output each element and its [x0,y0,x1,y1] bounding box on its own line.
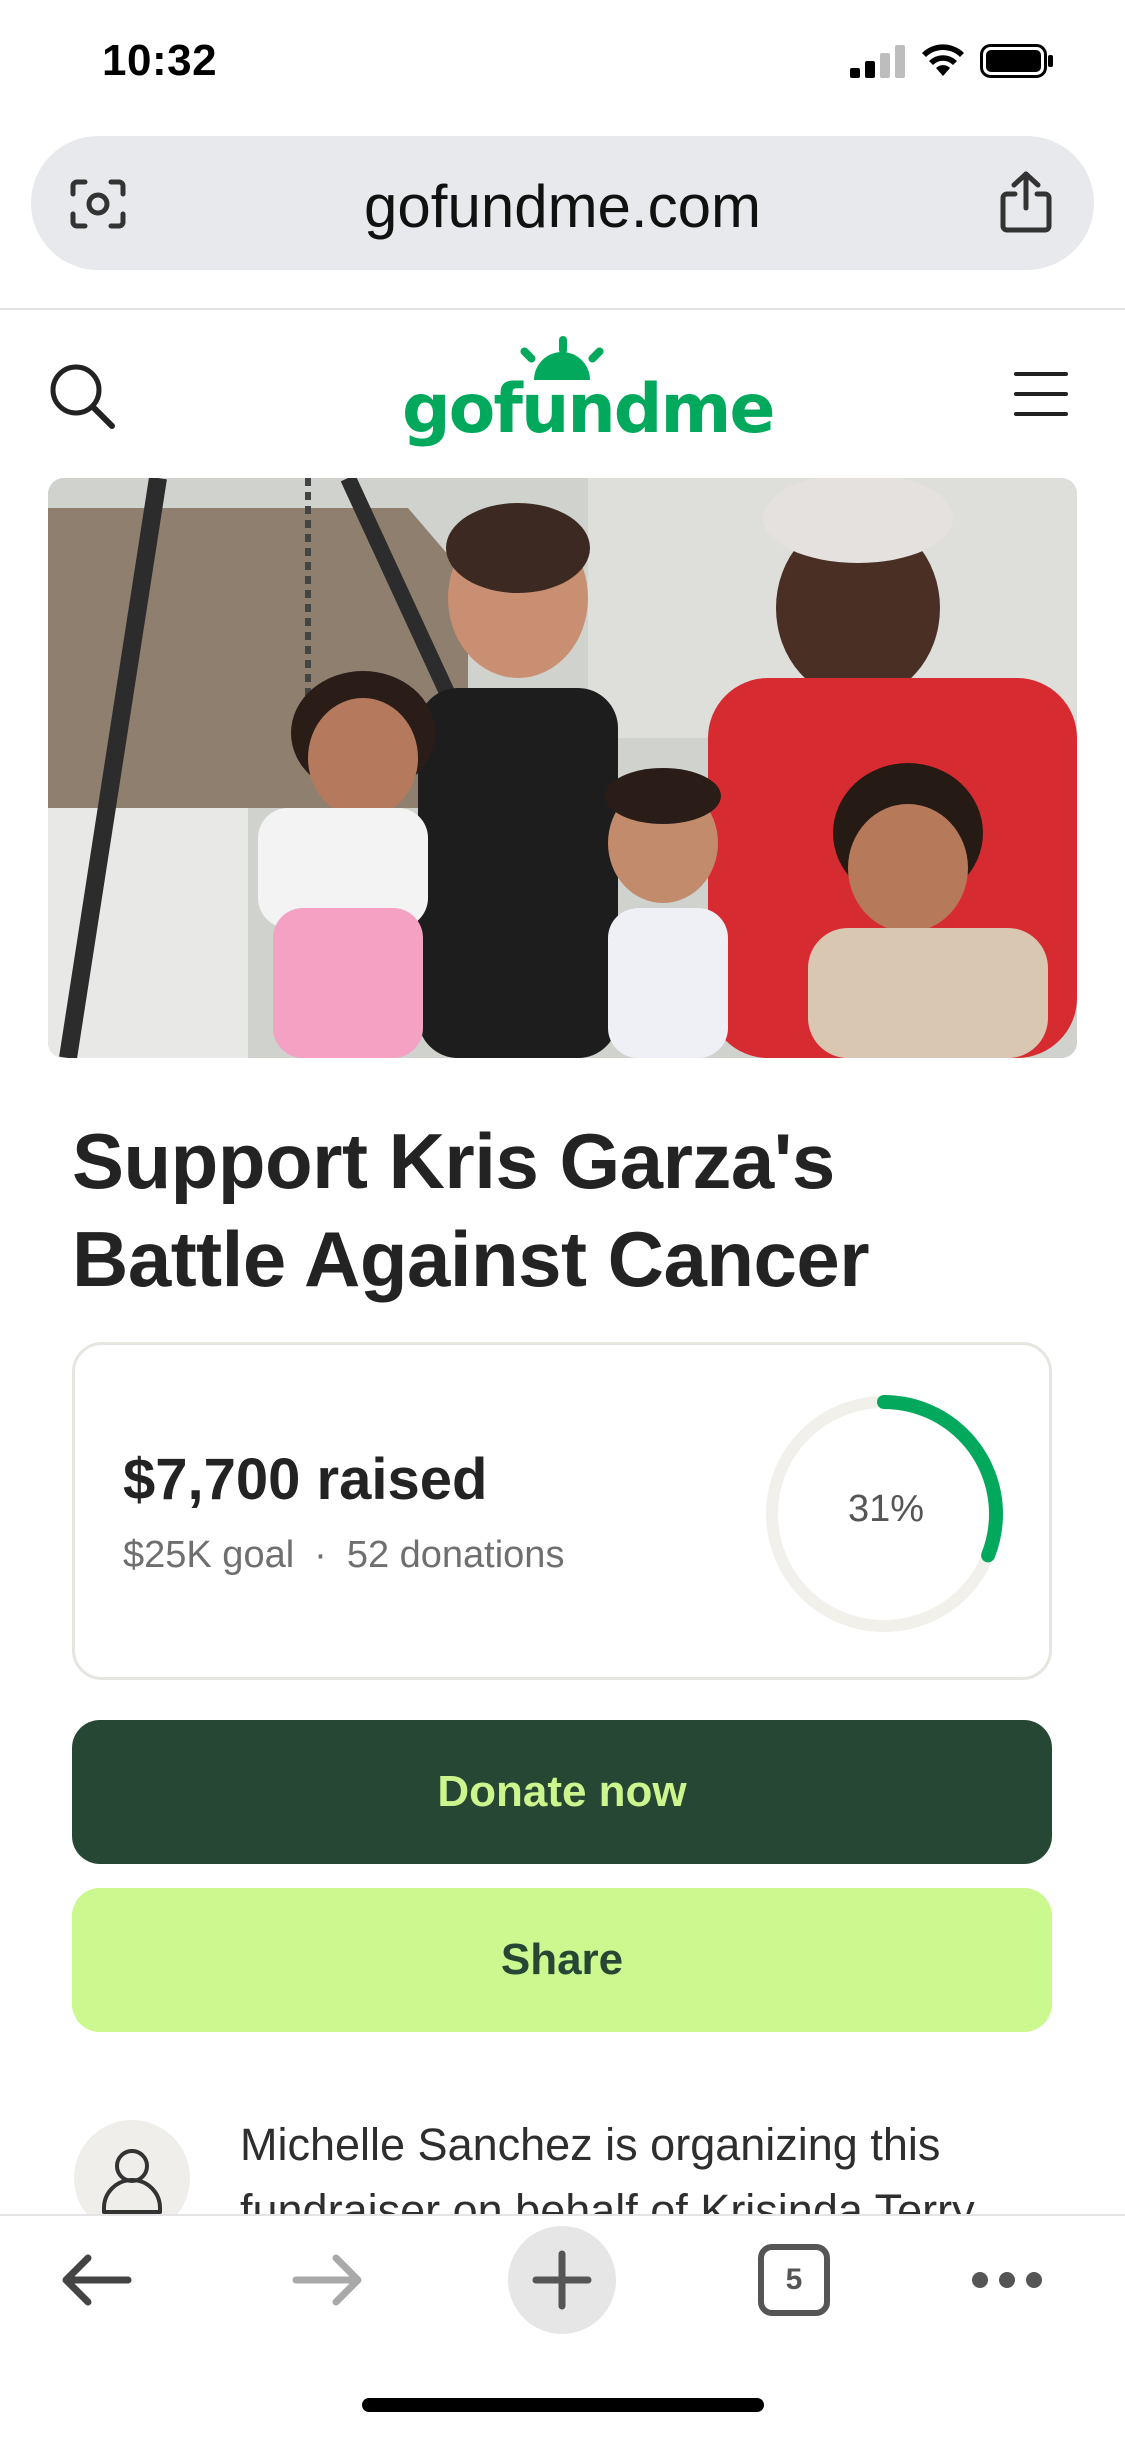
share-icon[interactable] [997,170,1055,234]
campaign-title-line: Support Kris Garza's [72,1117,835,1205]
address-bar[interactable]: gofundme.com [31,136,1094,270]
tabs-icon[interactable]: 5 [758,2244,830,2316]
battery-icon [980,44,1053,78]
forward-arrow-icon[interactable] [290,2250,366,2310]
gofundme-logo[interactable]: gofundme [402,370,775,449]
separator-dot: · [314,1534,327,1576]
amount-raised: $7,700 raised [123,1447,488,1512]
goal-amount: $25K goal [123,1534,295,1576]
donation-count: 52 donations [346,1534,565,1576]
cellular-signal-icon [850,45,905,78]
search-icon[interactable] [46,360,118,432]
new-tab-plus-icon [532,2250,592,2310]
campaign-title-line: Battle Against Cancer [72,1215,870,1303]
divider [0,308,1125,310]
more-icon[interactable] [970,2268,1044,2292]
goal-and-donations: $25K goal · 52 donations [123,1534,564,1577]
back-arrow-icon[interactable] [58,2250,134,2310]
url-text[interactable]: gofundme.com [31,172,1094,241]
campaign-photo [48,478,1077,1058]
hamburger-menu-icon[interactable] [1012,370,1070,418]
new-tab-button[interactable] [508,2226,616,2334]
campaign-title: Support Kris Garza's Battle Against Canc… [72,1112,1052,1308]
status-time: 10:32 [102,36,218,85]
progress-percent: 31% [847,1488,925,1530]
share-button[interactable]: Share [72,1888,1052,2032]
home-indicator [362,2398,764,2412]
donate-now-button[interactable]: Donate now [72,1720,1052,1864]
wifi-icon [922,44,964,76]
